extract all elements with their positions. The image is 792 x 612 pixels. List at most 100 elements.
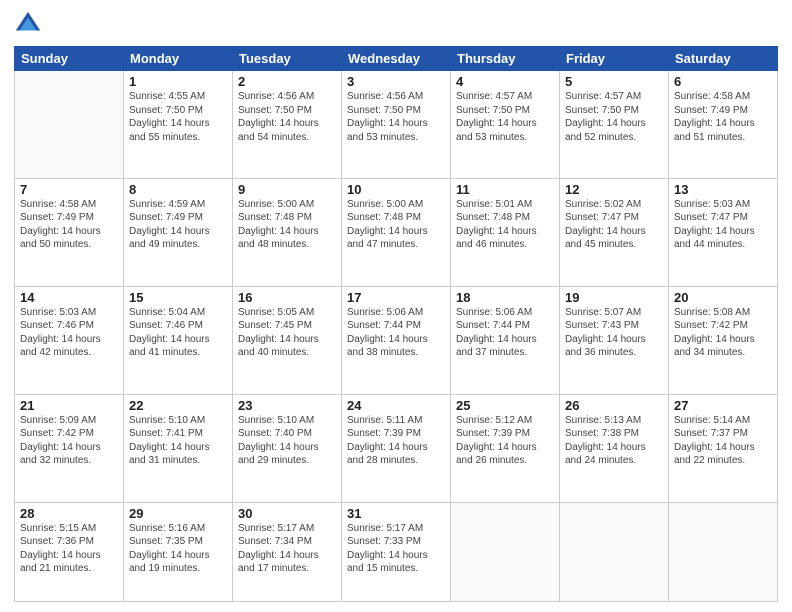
calendar-table: SundayMondayTuesdayWednesdayThursdayFrid… bbox=[14, 46, 778, 602]
day-cell: 18Sunrise: 5:06 AMSunset: 7:44 PMDayligh… bbox=[451, 286, 560, 394]
day-number: 28 bbox=[20, 506, 118, 521]
day-info: Sunrise: 5:15 AMSunset: 7:36 PMDaylight:… bbox=[20, 522, 118, 576]
day-cell bbox=[451, 502, 560, 601]
day-info: Sunrise: 5:09 AMSunset: 7:42 PMDaylight:… bbox=[20, 414, 118, 468]
day-info: Sunrise: 5:14 AMSunset: 7:37 PMDaylight:… bbox=[674, 414, 772, 468]
weekday-sunday: Sunday bbox=[15, 47, 124, 71]
day-number: 27 bbox=[674, 398, 772, 413]
day-cell bbox=[560, 502, 669, 601]
day-cell: 1Sunrise: 4:55 AMSunset: 7:50 PMDaylight… bbox=[124, 71, 233, 179]
week-row-5: 28Sunrise: 5:15 AMSunset: 7:36 PMDayligh… bbox=[15, 502, 778, 601]
day-info: Sunrise: 5:00 AMSunset: 7:48 PMDaylight:… bbox=[347, 198, 445, 252]
day-cell: 25Sunrise: 5:12 AMSunset: 7:39 PMDayligh… bbox=[451, 394, 560, 502]
day-number: 5 bbox=[565, 74, 663, 89]
day-cell: 13Sunrise: 5:03 AMSunset: 7:47 PMDayligh… bbox=[669, 178, 778, 286]
day-number: 30 bbox=[238, 506, 336, 521]
day-info: Sunrise: 4:58 AMSunset: 7:49 PMDaylight:… bbox=[674, 90, 772, 144]
day-cell: 21Sunrise: 5:09 AMSunset: 7:42 PMDayligh… bbox=[15, 394, 124, 502]
day-cell bbox=[15, 71, 124, 179]
week-row-2: 7Sunrise: 4:58 AMSunset: 7:49 PMDaylight… bbox=[15, 178, 778, 286]
day-number: 29 bbox=[129, 506, 227, 521]
day-cell: 29Sunrise: 5:16 AMSunset: 7:35 PMDayligh… bbox=[124, 502, 233, 601]
day-info: Sunrise: 5:06 AMSunset: 7:44 PMDaylight:… bbox=[456, 306, 554, 360]
day-cell: 22Sunrise: 5:10 AMSunset: 7:41 PMDayligh… bbox=[124, 394, 233, 502]
day-number: 25 bbox=[456, 398, 554, 413]
day-number: 20 bbox=[674, 290, 772, 305]
day-number: 15 bbox=[129, 290, 227, 305]
day-number: 4 bbox=[456, 74, 554, 89]
day-info: Sunrise: 5:01 AMSunset: 7:48 PMDaylight:… bbox=[456, 198, 554, 252]
day-number: 31 bbox=[347, 506, 445, 521]
day-info: Sunrise: 4:59 AMSunset: 7:49 PMDaylight:… bbox=[129, 198, 227, 252]
day-cell: 14Sunrise: 5:03 AMSunset: 7:46 PMDayligh… bbox=[15, 286, 124, 394]
weekday-header-row: SundayMondayTuesdayWednesdayThursdayFrid… bbox=[15, 47, 778, 71]
weekday-thursday: Thursday bbox=[451, 47, 560, 71]
day-number: 3 bbox=[347, 74, 445, 89]
day-info: Sunrise: 5:00 AMSunset: 7:48 PMDaylight:… bbox=[238, 198, 336, 252]
day-cell: 12Sunrise: 5:02 AMSunset: 7:47 PMDayligh… bbox=[560, 178, 669, 286]
day-info: Sunrise: 4:56 AMSunset: 7:50 PMDaylight:… bbox=[347, 90, 445, 144]
day-info: Sunrise: 5:10 AMSunset: 7:41 PMDaylight:… bbox=[129, 414, 227, 468]
day-cell: 3Sunrise: 4:56 AMSunset: 7:50 PMDaylight… bbox=[342, 71, 451, 179]
weekday-wednesday: Wednesday bbox=[342, 47, 451, 71]
day-info: Sunrise: 5:13 AMSunset: 7:38 PMDaylight:… bbox=[565, 414, 663, 468]
day-cell: 28Sunrise: 5:15 AMSunset: 7:36 PMDayligh… bbox=[15, 502, 124, 601]
day-cell: 15Sunrise: 5:04 AMSunset: 7:46 PMDayligh… bbox=[124, 286, 233, 394]
day-info: Sunrise: 4:58 AMSunset: 7:49 PMDaylight:… bbox=[20, 198, 118, 252]
day-info: Sunrise: 5:02 AMSunset: 7:47 PMDaylight:… bbox=[565, 198, 663, 252]
week-row-4: 21Sunrise: 5:09 AMSunset: 7:42 PMDayligh… bbox=[15, 394, 778, 502]
day-cell: 10Sunrise: 5:00 AMSunset: 7:48 PMDayligh… bbox=[342, 178, 451, 286]
day-info: Sunrise: 5:12 AMSunset: 7:39 PMDaylight:… bbox=[456, 414, 554, 468]
day-cell: 16Sunrise: 5:05 AMSunset: 7:45 PMDayligh… bbox=[233, 286, 342, 394]
weekday-saturday: Saturday bbox=[669, 47, 778, 71]
day-info: Sunrise: 5:07 AMSunset: 7:43 PMDaylight:… bbox=[565, 306, 663, 360]
day-cell: 20Sunrise: 5:08 AMSunset: 7:42 PMDayligh… bbox=[669, 286, 778, 394]
day-info: Sunrise: 5:05 AMSunset: 7:45 PMDaylight:… bbox=[238, 306, 336, 360]
week-row-3: 14Sunrise: 5:03 AMSunset: 7:46 PMDayligh… bbox=[15, 286, 778, 394]
day-cell bbox=[669, 502, 778, 601]
day-info: Sunrise: 5:03 AMSunset: 7:47 PMDaylight:… bbox=[674, 198, 772, 252]
day-number: 14 bbox=[20, 290, 118, 305]
day-number: 8 bbox=[129, 182, 227, 197]
day-cell: 5Sunrise: 4:57 AMSunset: 7:50 PMDaylight… bbox=[560, 71, 669, 179]
day-cell: 30Sunrise: 5:17 AMSunset: 7:34 PMDayligh… bbox=[233, 502, 342, 601]
day-info: Sunrise: 4:57 AMSunset: 7:50 PMDaylight:… bbox=[456, 90, 554, 144]
day-number: 11 bbox=[456, 182, 554, 197]
day-info: Sunrise: 5:08 AMSunset: 7:42 PMDaylight:… bbox=[674, 306, 772, 360]
day-info: Sunrise: 5:06 AMSunset: 7:44 PMDaylight:… bbox=[347, 306, 445, 360]
weekday-monday: Monday bbox=[124, 47, 233, 71]
day-number: 21 bbox=[20, 398, 118, 413]
day-info: Sunrise: 5:03 AMSunset: 7:46 PMDaylight:… bbox=[20, 306, 118, 360]
day-cell: 27Sunrise: 5:14 AMSunset: 7:37 PMDayligh… bbox=[669, 394, 778, 502]
day-cell: 6Sunrise: 4:58 AMSunset: 7:49 PMDaylight… bbox=[669, 71, 778, 179]
day-info: Sunrise: 4:55 AMSunset: 7:50 PMDaylight:… bbox=[129, 90, 227, 144]
day-number: 1 bbox=[129, 74, 227, 89]
day-number: 26 bbox=[565, 398, 663, 413]
day-cell: 31Sunrise: 5:17 AMSunset: 7:33 PMDayligh… bbox=[342, 502, 451, 601]
day-cell: 2Sunrise: 4:56 AMSunset: 7:50 PMDaylight… bbox=[233, 71, 342, 179]
day-number: 17 bbox=[347, 290, 445, 305]
day-number: 22 bbox=[129, 398, 227, 413]
day-number: 2 bbox=[238, 74, 336, 89]
day-number: 16 bbox=[238, 290, 336, 305]
day-info: Sunrise: 4:56 AMSunset: 7:50 PMDaylight:… bbox=[238, 90, 336, 144]
day-cell: 24Sunrise: 5:11 AMSunset: 7:39 PMDayligh… bbox=[342, 394, 451, 502]
weekday-friday: Friday bbox=[560, 47, 669, 71]
day-number: 12 bbox=[565, 182, 663, 197]
day-cell: 7Sunrise: 4:58 AMSunset: 7:49 PMDaylight… bbox=[15, 178, 124, 286]
day-info: Sunrise: 5:16 AMSunset: 7:35 PMDaylight:… bbox=[129, 522, 227, 576]
day-info: Sunrise: 5:17 AMSunset: 7:33 PMDaylight:… bbox=[347, 522, 445, 576]
day-cell: 19Sunrise: 5:07 AMSunset: 7:43 PMDayligh… bbox=[560, 286, 669, 394]
day-cell: 9Sunrise: 5:00 AMSunset: 7:48 PMDaylight… bbox=[233, 178, 342, 286]
header bbox=[14, 10, 778, 38]
day-cell: 8Sunrise: 4:59 AMSunset: 7:49 PMDaylight… bbox=[124, 178, 233, 286]
day-number: 10 bbox=[347, 182, 445, 197]
logo-icon bbox=[14, 10, 42, 38]
day-info: Sunrise: 5:10 AMSunset: 7:40 PMDaylight:… bbox=[238, 414, 336, 468]
logo bbox=[14, 14, 45, 38]
day-info: Sunrise: 5:17 AMSunset: 7:34 PMDaylight:… bbox=[238, 522, 336, 576]
day-number: 7 bbox=[20, 182, 118, 197]
day-number: 6 bbox=[674, 74, 772, 89]
day-info: Sunrise: 5:11 AMSunset: 7:39 PMDaylight:… bbox=[347, 414, 445, 468]
day-number: 19 bbox=[565, 290, 663, 305]
